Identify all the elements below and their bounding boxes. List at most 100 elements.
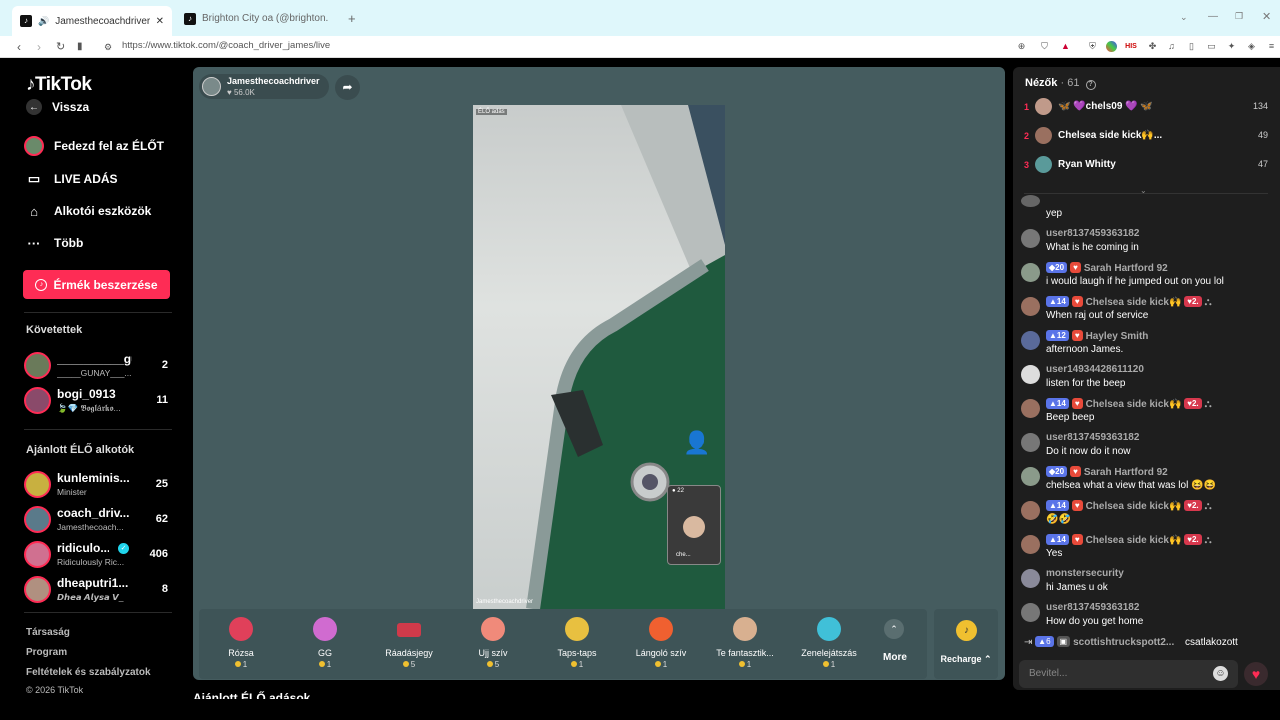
viewers-header[interactable]: Nézők · 61 ? — [1025, 77, 1096, 90]
tiktok-favicon-icon: ♪ — [20, 15, 32, 27]
gift-encore-ticket[interactable]: Ráadásjegy 5 — [367, 609, 451, 679]
browser-tab-active[interactable]: ♪ 🔊 Jamesthecoachdriver (@coac ✕ — [12, 6, 172, 36]
level-value: 20 — [1055, 263, 1065, 272]
bookmark-icon[interactable]: ▮ — [77, 39, 83, 55]
menu-icon[interactable]: ≡ — [1266, 41, 1277, 52]
puzzle-extension-icon[interactable]: ✤ — [1147, 41, 1158, 52]
nav-label: Több — [54, 236, 84, 250]
footer-link-terms[interactable]: Feltételek és szabályzatok — [26, 667, 151, 678]
viewer-count: 8 — [161, 583, 168, 595]
coin-icon — [234, 661, 241, 667]
back-icon[interactable]: ‹ — [17, 39, 21, 55]
gift-flaming-heart[interactable]: Lángoló szív 1 — [619, 609, 703, 679]
expand-chevron-icon[interactable]: ⌄ — [1140, 186, 1147, 195]
nav-creator-tools[interactable]: ⌂ Alkotói eszközök — [24, 201, 151, 221]
top-viewer[interactable]: 1 🦋 💜chels09 💜 🦋 134 — [1024, 98, 1274, 118]
footer-link-program[interactable]: Program — [26, 647, 67, 658]
wallet-icon[interactable]: ▭ — [1206, 41, 1217, 52]
account-name: ridiculo... — [57, 541, 109, 555]
sidebar-icon[interactable]: ▯ — [1186, 41, 1197, 52]
gift-gg[interactable]: GG 1 — [283, 609, 367, 679]
vpn-shield-icon[interactable]: ◈ — [1246, 41, 1257, 52]
recommended-account[interactable]: ridiculo... ✓ Ridiculously Ric... 406 — [24, 539, 174, 571]
ticket-icon — [397, 623, 421, 637]
back-button[interactable]: ← Vissza — [24, 99, 89, 115]
shield-extension-icon[interactable]: ⛨ — [1087, 41, 1098, 52]
brave-shield-icon[interactable]: ⛉ — [1039, 41, 1050, 52]
url-field[interactable]: https://www.tiktok.com/@coach_driver_jam… — [122, 40, 330, 51]
new-tab-button[interactable]: + — [340, 6, 364, 31]
recharge-button[interactable]: ♪ Recharge ⌃ — [934, 609, 998, 679]
nav-label: Fedezd fel az ÉLŐT — [54, 139, 165, 153]
tab-close-icon[interactable]: ✕ — [156, 16, 164, 27]
chat-username: Chelsea side kick🙌 — [1085, 399, 1182, 410]
heart-badge-icon: ♥ — [1071, 330, 1083, 341]
get-coins-button[interactable]: ♪ Érmék beszerzése — [23, 270, 170, 299]
rose-icon — [229, 617, 253, 641]
top-viewer[interactable]: 2 Chelsea side kick🙌... 49 — [1024, 127, 1274, 147]
viewer-score: 49 — [1257, 130, 1268, 140]
nav-label: Alkotói eszközök — [54, 204, 152, 218]
brave-rewards-icon[interactable]: ▲ — [1060, 41, 1071, 52]
chat-input[interactable]: Bevitel... — [1019, 660, 1238, 688]
tiktok-logo[interactable]: ♪TikTok — [26, 74, 92, 96]
minimize-icon[interactable]: — — [1208, 11, 1218, 22]
nav-more[interactable]: ··· Több — [24, 233, 84, 253]
viewer-count: 62 — [155, 513, 168, 525]
chat-avatar — [1021, 467, 1040, 486]
recommended-account[interactable]: coach_driv... Jamesthecoach... 62 — [24, 504, 174, 536]
account-subtitle: _____GUNAY___... — [57, 368, 132, 378]
gift-music-play[interactable]: Zenelejátszás 1 — [787, 609, 871, 679]
get-coins-label: Érmék beszerzése — [53, 277, 158, 292]
site-settings-icon[interactable]: ⚙ — [104, 39, 112, 55]
gift-price: 5 — [367, 660, 451, 669]
share-button[interactable]: ➦ — [335, 75, 360, 100]
live-video[interactable]: ÉLŐ adás 👤 ● 22 che... Jamesthecoachdriv… — [473, 105, 725, 609]
chat-avatar — [1021, 535, 1040, 554]
enter-icon: ⇥ — [1024, 637, 1033, 648]
top-viewer[interactable]: 3 Ryan Whitty 47 — [1024, 156, 1274, 176]
gift-clap[interactable]: Taps-taps 1 — [535, 609, 619, 679]
browser-tab[interactable]: ♪ Brighton City oa (@brighton.city) ÉLŐ — [176, 6, 336, 31]
leo-ai-icon[interactable]: ✦ — [1226, 41, 1237, 52]
host-info[interactable]: Jamesthecoachdriver ♥ 56.0K — [199, 74, 329, 99]
divider — [24, 429, 172, 430]
nav-explore-live[interactable]: Fedezd fel az ÉLŐT — [24, 136, 164, 156]
following-account[interactable]: __________gu... _____GUNAY___... 2 — [24, 350, 174, 382]
following-account[interactable]: bogi_0913 🍃💎 𝕭𝖔𝖌𝖑á𝖗𝖐𝖔... 11 — [24, 385, 174, 417]
tab-list-chevron-icon[interactable]: ⌄ — [1180, 12, 1188, 23]
nav-live[interactable]: ▭ LIVE ADÁS — [24, 169, 118, 189]
gift-finger-heart[interactable]: Ujj szív 5 — [451, 609, 535, 679]
account-name: kunleminis... — [57, 471, 130, 485]
chat-text: hi James u ok — [1046, 582, 1108, 593]
like-heart-button[interactable]: ♥ — [1244, 662, 1268, 686]
music-extension-icon[interactable]: ♫ — [1166, 41, 1177, 52]
zoom-icon[interactable]: ⊕ — [1016, 41, 1027, 52]
chat-username: user8137459363182 — [1046, 228, 1140, 239]
recommended-account[interactable]: kunleminis... Minister 25 — [24, 469, 174, 501]
account-subtitle: Ridiculously Ric... — [57, 557, 125, 567]
fan-badge: ♥2. — [1184, 296, 1202, 307]
finger-heart-icon — [481, 617, 505, 641]
gift-you-are-awesome[interactable]: Te fantasztik... 1 — [703, 609, 787, 679]
gift-rose[interactable]: Rózsa 1 — [199, 609, 283, 679]
copyright: © 2026 TikTok — [26, 685, 84, 695]
restore-icon[interactable]: ❐ — [1235, 11, 1243, 22]
viewer-name: Ryan Whitty — [1058, 159, 1116, 170]
following-heading: Követettek — [26, 324, 83, 336]
emoji-icon[interactable]: ☺ — [1213, 666, 1228, 681]
his-extension-icon[interactable]: HIS — [1124, 41, 1138, 52]
pip-guest-window[interactable]: ● 22 che... — [667, 485, 721, 565]
forward-icon[interactable]: › — [37, 39, 41, 55]
level-value: 20 — [1055, 467, 1065, 476]
recommended-account[interactable]: dheaputri1... 𝘿𝙝𝙚𝙖 𝘼𝙡𝙮𝙨𝙖 𝙑_ 8 — [24, 574, 174, 606]
reload-icon[interactable]: ↻ — [56, 39, 65, 55]
color-extension-icon[interactable] — [1106, 41, 1117, 52]
close-window-icon[interactable]: ✕ — [1262, 10, 1271, 23]
info-icon[interactable]: ? — [1085, 80, 1096, 90]
footer-link-company[interactable]: Társaság — [26, 627, 70, 638]
more-gifts-button[interactable]: ⌃ More — [865, 609, 925, 679]
verified-icon: ✓ — [118, 543, 129, 554]
chat-username: Hayley Smith — [1085, 331, 1149, 342]
likes-count: 56.0K — [233, 88, 255, 97]
